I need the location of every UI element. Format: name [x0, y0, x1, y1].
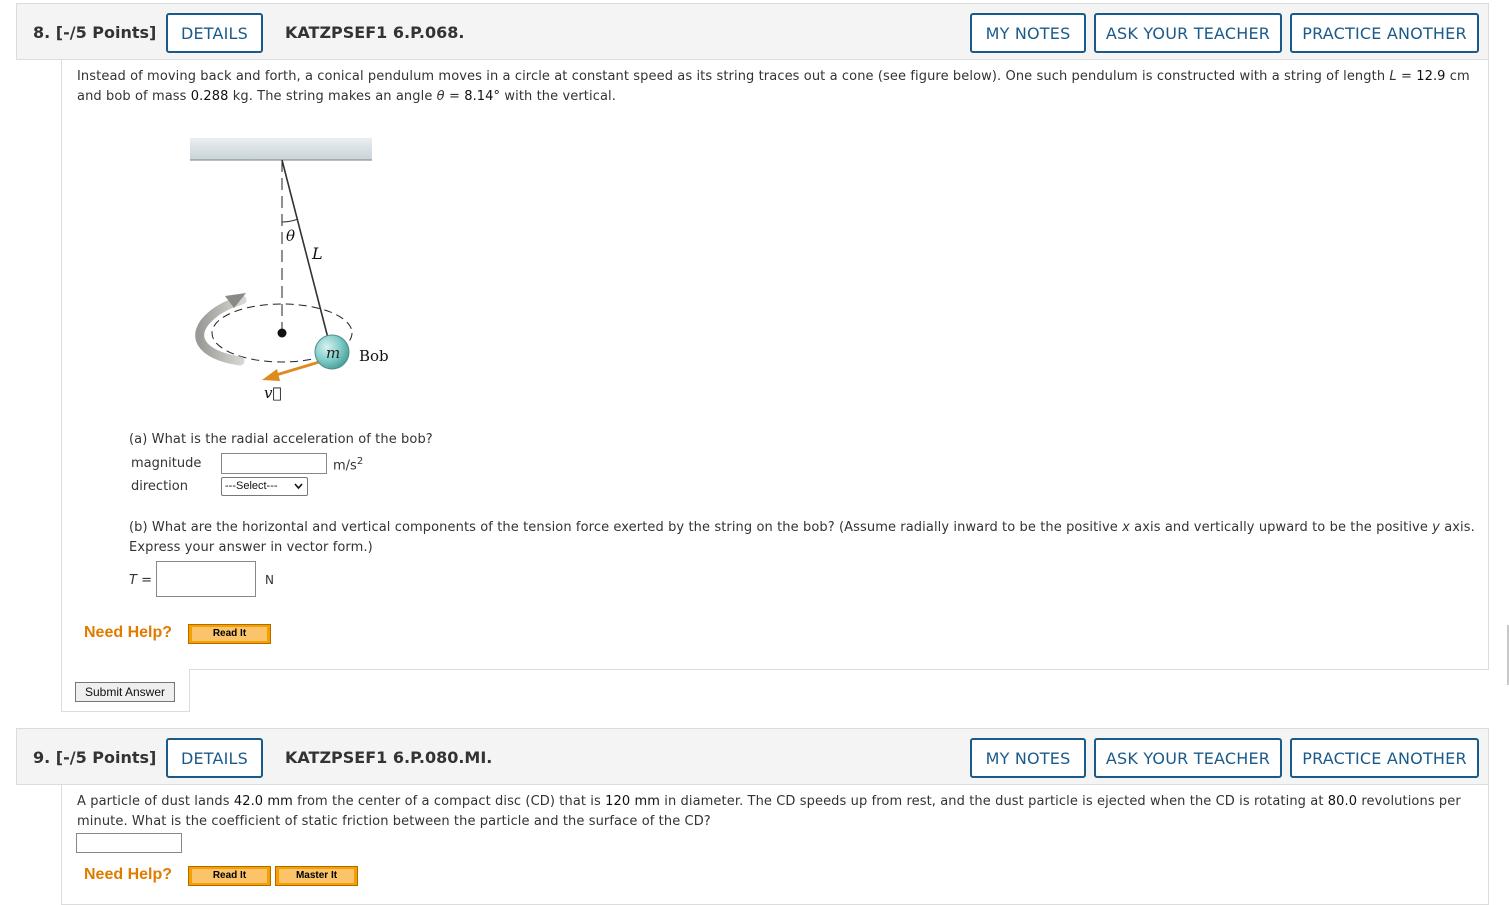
q8-code: KATZPSEF1 6.P.068. — [285, 23, 465, 42]
select-value: ---Select--- — [225, 480, 278, 492]
angle-value: 8.14° — [464, 89, 501, 104]
need-help-label: Need Help? — [84, 624, 173, 641]
q9-need-help-label: Need Help? — [84, 866, 173, 883]
q8-ask-teacher-button[interactable]: ASK YOUR TEACHER — [1094, 13, 1282, 53]
equals: = — [444, 89, 465, 104]
mass-label: m — [326, 344, 340, 362]
x-symbol: x — [1122, 520, 1130, 535]
bob-label: Bob — [359, 347, 389, 365]
direction-label: direction — [131, 479, 188, 494]
length-unit: cm — [1445, 69, 1470, 84]
y-symbol: y — [1432, 520, 1440, 535]
q8-points: 8. [-/5 Points] — [33, 23, 157, 42]
q9-practice-another-button[interactable]: PRACTICE ANOTHER — [1290, 738, 1479, 778]
q8-practice-another-button[interactable]: PRACTICE ANOTHER — [1290, 13, 1479, 53]
magnitude-unit: m/s2 — [333, 456, 363, 473]
velocity-label: v⃗ — [264, 384, 281, 402]
q8-intro-text-2: and bob of mass — [77, 89, 191, 104]
friction-coefficient-input[interactable] — [76, 833, 182, 853]
submit-answer-button[interactable]: Submit Answer — [75, 682, 175, 702]
distance-value: 42.0 mm — [233, 794, 293, 809]
length-value: 12.9 — [1416, 69, 1446, 84]
part-b-text-2: axis and vertically upward to be the pos… — [1129, 520, 1433, 535]
magnitude-label: magnitude — [131, 456, 202, 471]
read-it-label: Read It — [192, 627, 267, 641]
part-b-question-line1: (b) What are the horizontal and vertical… — [129, 518, 1489, 538]
q9-ask-teacher-button[interactable]: ASK YOUR TEACHER — [1094, 738, 1282, 778]
q9-header: 9. [-/5 Points] DETAILS KATZPSEF1 6.P.08… — [16, 728, 1489, 785]
chevron-down-icon — [294, 483, 303, 490]
tension-label: T = — [129, 573, 152, 588]
q8-intro-line2: and bob of mass 0.288 kg. The string mak… — [77, 87, 1477, 107]
tension-input[interactable] — [156, 561, 256, 597]
ceiling — [190, 138, 372, 160]
q9-read-it-label: Read It — [192, 869, 267, 883]
part-b-text-3: axis. — [1439, 520, 1475, 535]
q9-my-notes-button[interactable]: MY NOTES — [970, 738, 1086, 778]
q8-intro-line1: Instead of moving back and forth, a coni… — [77, 67, 1477, 87]
magnitude-input[interactable] — [221, 453, 327, 474]
part-b-question-line2: Express your answer in vector form.) — [129, 540, 373, 555]
q8-intro-text-3: kg. The string makes an angle — [228, 89, 437, 104]
q9-text-3: in diameter. The CD speeds up from rest,… — [660, 794, 1328, 809]
unit-exponent: 2 — [356, 456, 364, 467]
q9-text-line1: A particle of dust lands 42.0 mm from th… — [77, 792, 1487, 812]
equals: = — [1396, 69, 1417, 84]
q9-code: KATZPSEF1 6.P.080.MI. — [285, 748, 493, 767]
q8-details-button[interactable]: DETAILS — [166, 13, 263, 53]
q9-text-line2: minute. What is the coefficient of stati… — [77, 814, 711, 829]
q8-my-notes-button[interactable]: MY NOTES — [970, 13, 1086, 53]
rpm-value: 80.0 — [1327, 794, 1358, 809]
rotation-arrow — [195, 295, 247, 366]
q9-master-it-label: Master It — [279, 869, 354, 883]
part-b-text-1: (b) What are the horizontal and vertical… — [129, 520, 1123, 535]
q9-text-4: revolutions per — [1357, 794, 1461, 809]
l-symbol: L — [1389, 69, 1397, 84]
q8-intro-text-4: with the vertical. — [500, 89, 616, 104]
part-a-question: (a) What is the radial acceleration of t… — [129, 432, 433, 447]
angle-arc — [281, 218, 299, 223]
q8-intro-text: Instead of moving back and forth, a coni… — [77, 69, 1390, 84]
q9-text-1: A particle of dust lands — [77, 794, 234, 809]
q9-points: 9. [-/5 Points] — [33, 748, 157, 767]
theta-label: θ — [286, 227, 295, 245]
theta-symbol: θ — [436, 89, 445, 104]
q9-details-button[interactable]: DETAILS — [166, 738, 263, 778]
diameter-value: 120 mm — [605, 794, 661, 809]
q8-header: 8. [-/5 Points] DETAILS KATZPSEF1 6.P.06… — [16, 3, 1489, 60]
tension-unit: N — [265, 573, 274, 587]
unit-base: m/s — [333, 458, 357, 474]
direction-select[interactable]: ---Select--- — [221, 477, 308, 496]
velocity-arrow-head — [262, 369, 280, 381]
q9-text-2: from the center of a compact disc (CD) t… — [292, 794, 606, 809]
read-it-button[interactable]: Read It — [188, 624, 271, 644]
q9-read-it-button[interactable]: Read It — [188, 866, 271, 886]
mass-value: 0.288 — [190, 89, 229, 104]
conical-pendulum-figure: θ L m Bob v⃗ — [190, 138, 389, 402]
center-dot — [277, 328, 287, 338]
q9-master-it-button[interactable]: Master It — [275, 866, 358, 886]
length-label: L — [311, 244, 323, 263]
